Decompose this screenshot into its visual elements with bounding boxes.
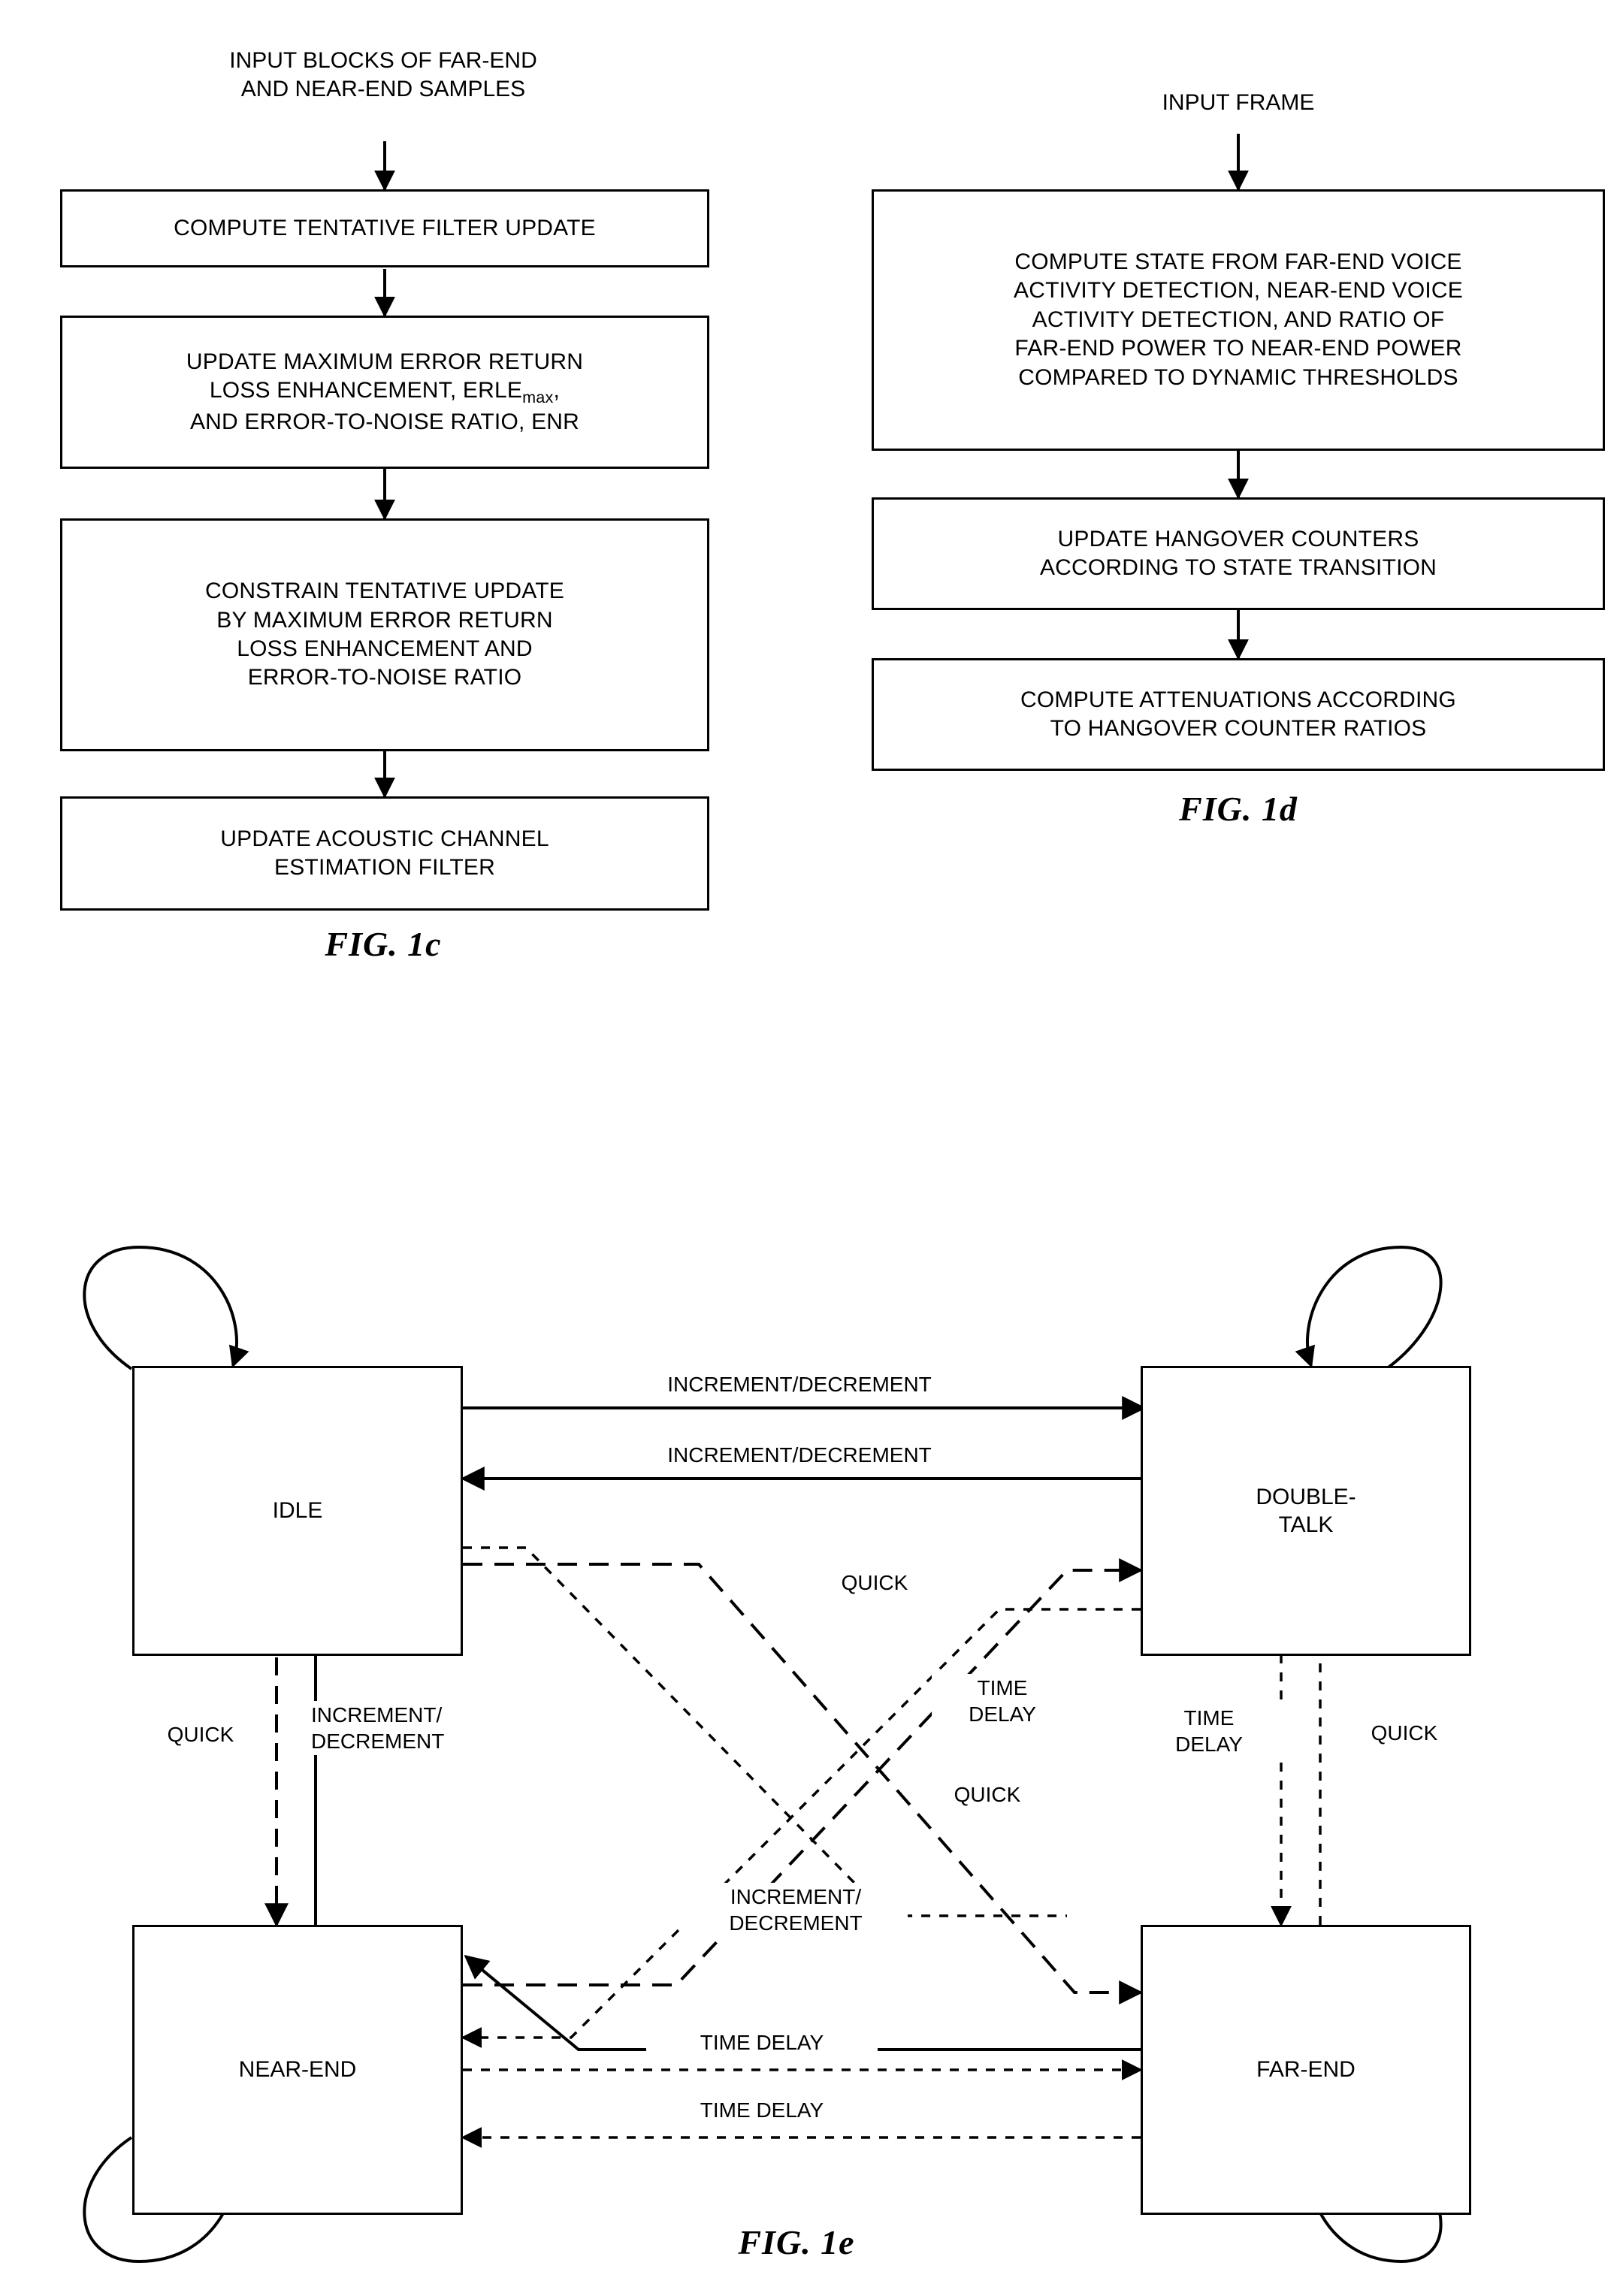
fig1d-label: FIG. 1d — [1179, 790, 1298, 828]
state-far-end: FAR-END — [1141, 1925, 1471, 2215]
box-update-maximum-error-return-loss: UPDATE MAXIMUM ERROR RETURN LOSS ENHANCE… — [60, 316, 709, 469]
edge-label-quick-upper: QUICK — [812, 1569, 938, 1597]
edge-label-increment-decrement-center: INCREMENT/ DECREMENT — [684, 1883, 908, 1937]
edge-label-time-delay-right: TIME DELAY — [1135, 1704, 1283, 1758]
box-label: UPDATE MAXIMUM ERROR RETURN LOSS ENHANCE… — [186, 349, 584, 434]
fig1c-label: FIG. 1c — [325, 925, 442, 963]
box-label: COMPUTE ATTENUATIONS ACCORDING TO HANGOV… — [1020, 687, 1456, 741]
box-constrain-tentative-update: CONSTRAIN TENTATIVE UPDATE BY MAXIMUM ER… — [60, 518, 709, 751]
diagram-canvas: INPUT BLOCKS OF FAR-END AND NEAR-END SAM… — [0, 0, 1623, 2296]
box-label: UPDATE HANGOVER COUNTERS ACCORDING TO ST… — [1039, 526, 1437, 580]
box-compute-attenuations: COMPUTE ATTENUATIONS ACCORDING TO HANGOV… — [872, 658, 1605, 771]
edge-label-quick-right: QUICK — [1330, 1719, 1479, 1747]
state-idle: IDLE — [132, 1366, 463, 1656]
state-double-talk: DOUBLE- TALK — [1141, 1366, 1471, 1656]
state-label: FAR-END — [1256, 2057, 1356, 2083]
fig1d-input-caption: INPUT FRAME — [1162, 90, 1315, 115]
edge-label-time-delay-bottom-upper: TIME DELAY — [646, 2029, 878, 2056]
box-label: COMPUTE TENTATIVE FILTER UPDATE — [174, 215, 596, 240]
state-label: DOUBLE- TALK — [1256, 1484, 1356, 1538]
fig1c-input-caption: INPUT BLOCKS OF FAR-END AND NEAR-END SAM… — [229, 48, 537, 102]
fig1e-label: FIG. 1e — [738, 2223, 855, 2261]
state-near-end: NEAR-END — [132, 1925, 463, 2215]
box-compute-state: COMPUTE STATE FROM FAR-END VOICE ACTIVIT… — [872, 189, 1605, 451]
edge-label-quick-center-right: QUICK — [917, 1781, 1058, 1808]
box-label: CONSTRAIN TENTATIVE UPDATE BY MAXIMUM ER… — [204, 579, 565, 690]
box-update-hangover-counters: UPDATE HANGOVER COUNTERS ACCORDING TO ST… — [872, 497, 1605, 610]
box-label: UPDATE ACOUSTIC CHANNEL ESTIMATION FILTE… — [220, 826, 549, 880]
subscript-max: max — [522, 388, 554, 407]
edge-label-increment-decrement-left: INCREMENT/ DECREMENT — [308, 1701, 517, 1755]
edge-label-doubletalk-to-idle: INCREMENT/DECREMENT — [571, 1441, 1028, 1469]
edge-label-idle-to-doubletalk: INCREMENT/DECREMENT — [571, 1370, 1028, 1398]
edge-label-quick-left: QUICK — [126, 1720, 275, 1748]
edge-label-time-delay-center: TIME DELAY — [932, 1674, 1073, 1728]
box-update-acoustic-channel-estimation-filter: UPDATE ACOUSTIC CHANNEL ESTIMATION FILTE… — [60, 796, 709, 911]
box-compute-tentative-filter-update: COMPUTE TENTATIVE FILTER UPDATE — [60, 189, 709, 267]
box-label: COMPUTE STATE FROM FAR-END VOICE ACTIVIT… — [1014, 249, 1463, 390]
state-label: IDLE — [272, 1498, 323, 1524]
state-label: NEAR-END — [238, 2057, 357, 2083]
edge-label-time-delay-bottom-lower: TIME DELAY — [646, 2096, 878, 2124]
